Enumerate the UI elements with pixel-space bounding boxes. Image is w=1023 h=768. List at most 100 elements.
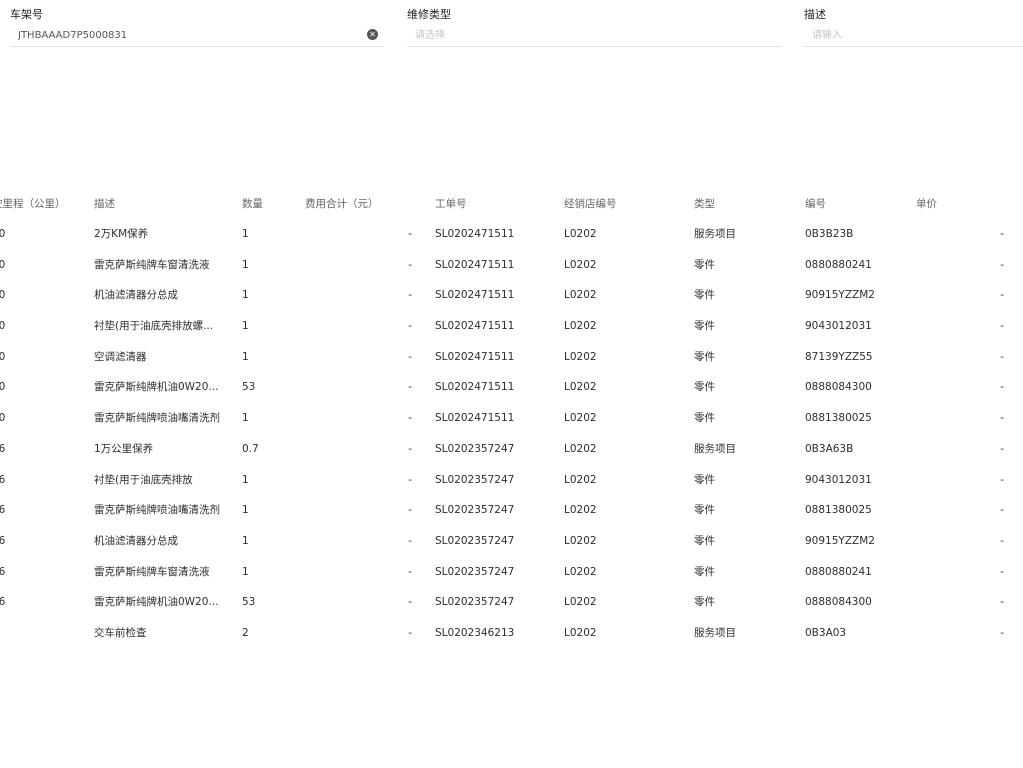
clear-icon[interactable]: ✕ [367,29,378,40]
cell-mileage: 60 [0,412,6,425]
cell-description: 空调滤清器 [94,350,147,363]
table-row: 36 雷克萨斯纯牌车窗清洗液 1 - SL0202357247 L0202 零件 088088… [0,557,1023,588]
cell-total-cost: - [408,442,412,455]
cell-dealer-code: L0202 [564,626,597,639]
repair-type-select[interactable] [407,25,782,45]
cell-type: 服务项目 [694,228,736,240]
cell-quantity: 1 [242,412,249,425]
cell-description: 雷克萨斯纯牌喷油嘴清洗剂 [94,412,220,425]
vin-input-box[interactable]: ✕ [10,25,384,47]
cell-quantity: 0.7 [242,442,259,455]
cell-code: 0B3A03 [805,626,847,639]
cell-description: 雷克萨斯纯牌车窗清洗液 [94,565,210,578]
page: 车架号 ✕ 维修类型 描述 驶里程（公里） 描述 数量 费用合计（元） 工单号 … [0,0,1023,768]
cell-description: 衬垫(用于油底壳排放螺... [94,320,214,333]
table-row: 60 雷克萨斯纯牌车窗清洗液 1 - SL0202471511 L0202 零件 088088… [0,250,1023,281]
cell-quantity: 1 [242,350,249,363]
cell-dealer-code: L0202 [564,350,597,363]
cell-type: 零件 [694,534,715,547]
table-row: 60 机油滤清器分总成 1 - SL0202471511 L0202 零件 90915YZZM… [0,280,1023,311]
cell-work-order: SL0202471511 [435,258,515,271]
cell-code: 0881380025 [805,504,872,517]
cell-unit-price: - [1000,596,1004,609]
cell-dealer-code: L0202 [564,473,597,486]
cell-unit-price: - [1000,626,1004,639]
vin-input[interactable] [10,25,384,45]
cell-mileage: 36 [0,596,6,609]
header-mileage: 驶里程（公里） [0,198,66,210]
cell-code: 0888084300 [805,596,872,609]
cell-dealer-code: L0202 [564,320,597,333]
table-row: 交车前检查 2 - SL0202346213 L0202 服务项目 0B3A03 - [0,618,1023,649]
cell-work-order: SL0202357247 [435,565,515,578]
cell-total-cost: - [408,350,412,363]
description-input[interactable] [804,25,1023,45]
cell-quantity: 1 [242,473,249,486]
cell-description: 雷克萨斯纯牌机油0W20... [94,381,219,394]
cell-dealer-code: L0202 [564,289,597,302]
cell-total-cost: - [408,412,412,425]
header-unit-price: 单价 [916,198,937,210]
cell-total-cost: - [408,289,412,302]
cell-work-order: SL0202471511 [435,289,515,302]
cell-description: 交车前检查 [94,626,147,639]
cell-type: 服务项目 [694,626,736,639]
repair-history-table: 驶里程（公里） 描述 数量 费用合计（元） 工单号 经销店编号 类型 编号 单价… [0,189,1023,649]
cell-type: 零件 [694,473,715,486]
header-code: 编号 [805,198,826,210]
cell-type: 服务项目 [694,442,736,455]
cell-type: 零件 [694,504,715,517]
cell-code: 87139YZZ55 [805,350,873,363]
cell-unit-price: - [1000,504,1004,517]
table-row: 60 雷克萨斯纯牌机油0W20... 53 - SL0202471511 L0202 零件 0… [0,372,1023,403]
cell-quantity: 1 [242,504,249,517]
cell-total-cost: - [408,534,412,547]
cell-total-cost: - [408,504,412,517]
cell-work-order: SL0202471511 [435,412,515,425]
table-row: 60 衬垫(用于油底壳排放螺... 1 - SL0202471511 L0202 零件 904… [0,311,1023,342]
cell-dealer-code: L0202 [564,565,597,578]
cell-quantity: 1 [242,534,249,547]
cell-type: 零件 [694,289,715,302]
repair-type-select-box[interactable] [407,25,782,47]
cell-dealer-code: L0202 [564,412,597,425]
cell-unit-price: - [1000,412,1004,425]
repair-type-label: 维修类型 [407,8,451,21]
cell-dealer-code: L0202 [564,596,597,609]
cell-work-order: SL0202471511 [435,381,515,394]
cell-dealer-code: L0202 [564,228,597,240]
cell-code: 0880880241 [805,258,872,271]
table-body: 602万KM保养1-SL0202471511L0202服务项目0B3B23B-6… [0,219,1023,649]
cell-code: 9043012031 [805,473,872,486]
cell-dealer-code: L0202 [564,504,597,517]
table-row: 36 1万公里保养 0.7 - SL0202357247 L0202 服务项目 0B3A63B… [0,434,1023,465]
cell-type: 零件 [694,381,715,394]
cell-code: 0881380025 [805,412,872,425]
cell-type: 零件 [694,412,715,425]
cell-mileage: 60 [0,289,6,302]
cell-description: 雷克萨斯纯牌喷油嘴清洗剂 [94,504,220,517]
cell-quantity: 1 [242,289,249,302]
cell-code: 0888084300 [805,381,872,394]
vin-filter: 车架号 ✕ [10,8,384,47]
cell-description: 衬垫(用于油底壳排放 [94,473,193,486]
description-label: 描述 [804,8,826,21]
header-description: 描述 [94,198,115,210]
cell-dealer-code: L0202 [564,534,597,547]
cell-unit-price: - [1000,565,1004,578]
cell-total-cost: - [408,596,412,609]
description-input-box[interactable] [804,25,1023,47]
cell-quantity: 1 [242,258,249,271]
header-quantity: 数量 [242,198,263,210]
cell-total-cost: - [408,258,412,271]
cell-unit-price: - [1000,381,1004,394]
table-header: 驶里程（公里） 描述 数量 费用合计（元） 工单号 经销店编号 类型 编号 单价 [0,189,1023,219]
description-filter: 描述 [804,8,1023,47]
cell-work-order: SL0202357247 [435,596,515,609]
table-row: 60 空调滤清器 1 - SL0202471511 L0202 零件 87139YZZ55 - [0,342,1023,373]
cell-mileage: 60 [0,381,6,394]
cell-work-order: SL0202471511 [435,228,515,240]
cell-unit-price: - [1000,258,1004,271]
cell-unit-price: - [1000,289,1004,302]
cell-total-cost: - [408,626,412,639]
